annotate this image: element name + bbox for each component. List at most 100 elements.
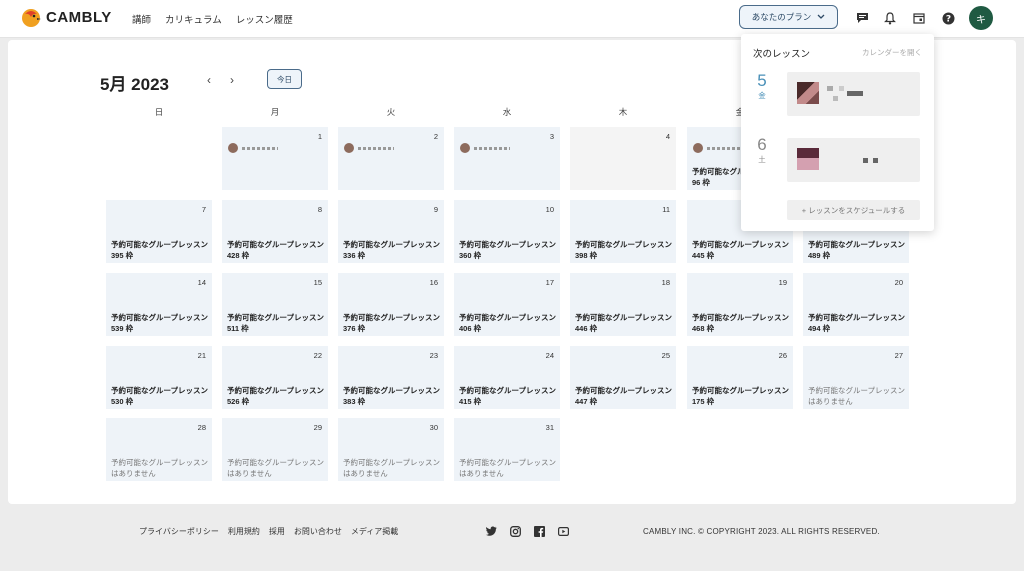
terms-link[interactable]: 利用規約 — [228, 526, 260, 537]
weekday-label: 日 — [154, 107, 164, 117]
calendar-day-cell[interactable]: 26 予約可能なグループレッスン 175 枠 — [687, 346, 793, 409]
calendar-day-cell[interactable]: 18 予約可能なグループレッスン 446 枠 — [570, 273, 676, 336]
day-number: 17 — [545, 278, 554, 287]
calendar-day-cell[interactable]: 4 — [570, 127, 676, 190]
lesson-card[interactable] — [787, 138, 920, 182]
calendar-day-cell[interactable]: 22 予約可能なグループレッスン 526 枠 — [222, 346, 328, 409]
day-number: 27 — [894, 351, 903, 360]
tutor-avatar — [693, 143, 703, 153]
group-lesson-label: 予約可能なグループレッスン — [227, 458, 325, 467]
user-avatar[interactable]: キ — [969, 6, 993, 30]
available-slots-count: 530 枠 — [111, 397, 134, 406]
youtube-icon[interactable] — [557, 525, 569, 537]
available-slots-count: はありません — [111, 469, 156, 478]
group-lesson-label: 予約可能なグループレッスン — [692, 240, 790, 249]
booked-lesson-tutor[interactable] — [344, 143, 394, 153]
calendar-day-cell[interactable]: 30 予約可能なグループレッスン はありません — [338, 418, 444, 481]
blurred-tutor-name — [474, 146, 510, 150]
press-link[interactable]: メディア掲載 — [351, 526, 398, 537]
day-number: 7 — [201, 205, 206, 214]
group-lesson-label: 予約可能なグループレッスン — [692, 386, 790, 395]
calendar-day-cell[interactable]: 15 予約可能なグループレッスン 511 枠 — [222, 273, 328, 336]
calendar-day-cell[interactable]: 3 — [454, 127, 560, 190]
day-number: 2 — [433, 132, 438, 141]
calendar-day-cell[interactable]: 14 予約可能なグループレッスン 539 枠 — [106, 273, 212, 336]
calendar-day-cell[interactable]: 23 予約可能なグループレッスン 383 枠 — [338, 346, 444, 409]
day-number: 21 — [197, 351, 206, 360]
bell-icon[interactable] — [882, 10, 898, 26]
nav-lesson-history[interactable]: レッスン履歴 — [236, 12, 293, 26]
calendar-day-cell[interactable]: 7 予約可能なグループレッスン 395 枠 — [106, 200, 212, 263]
prev-month-icon[interactable]: ‹ — [207, 73, 211, 87]
instagram-icon[interactable] — [509, 525, 521, 537]
calendar-day-cell[interactable]: 24 予約可能なグループレッスン 415 枠 — [454, 346, 560, 409]
lesson-weekday: 金 — [758, 91, 766, 100]
careers-link[interactable]: 採用 — [269, 526, 285, 537]
cambly-logo[interactable]: CAMBLY — [20, 6, 112, 28]
calendar-day-cell[interactable]: 9 予約可能なグループレッスン 336 枠 — [338, 200, 444, 263]
day-number: 23 — [429, 351, 438, 360]
calendar-day-cell[interactable]: 16 予約可能なグループレッスン 376 枠 — [338, 273, 444, 336]
booked-lesson-tutor[interactable] — [228, 143, 278, 153]
group-lesson-label: 予約可能なグループレッスン — [692, 313, 790, 322]
group-lesson-label: 予約可能なグループレッスン — [227, 240, 325, 249]
calendar-day-cell[interactable]: 31 予約可能なグループレッスン はありません — [454, 418, 560, 481]
calendar-day-cell[interactable]: 19 予約可能なグループレッスン 468 枠 — [687, 273, 793, 336]
group-lesson-label: 予約可能なグループレッスン — [459, 458, 557, 467]
calendar-day-cell[interactable]: 17 予約可能なグループレッスン 406 枠 — [454, 273, 560, 336]
your-plan-button[interactable]: あなたのプラン — [739, 5, 838, 29]
plan-label: あなたのプラン — [751, 12, 812, 22]
day-number: 19 — [778, 278, 787, 287]
calendar-day-cell[interactable]: 1 — [222, 127, 328, 190]
calendar-day-cell[interactable]: 29 予約可能なグループレッスン はありません — [222, 418, 328, 481]
calendar-day-cell[interactable]: 21 予約可能なグループレッスン 530 枠 — [106, 346, 212, 409]
blurred-tutor-name — [242, 146, 278, 150]
calendar-day-cell[interactable]: 10 予約可能なグループレッスン 360 枠 — [454, 200, 560, 263]
day-number: 24 — [545, 351, 554, 360]
open-calendar-link[interactable]: カレンダーを開く — [862, 47, 922, 58]
logo-text: CAMBLY — [46, 8, 112, 26]
next-month-icon[interactable]: › — [230, 73, 234, 87]
schedule-lesson-button[interactable]: + レッスンをスケジュールする — [787, 200, 920, 220]
day-number: 30 — [429, 423, 438, 432]
help-icon[interactable]: ? — [940, 10, 956, 26]
day-number: 29 — [313, 423, 322, 432]
calendar-icon[interactable] — [911, 10, 927, 26]
blurred-tutor-name — [358, 146, 394, 150]
calendar-day-cell[interactable]: 11 予約可能なグループレッスン 398 枠 — [570, 200, 676, 263]
day-number: 26 — [778, 351, 787, 360]
calendar-day-cell[interactable]: 2 — [338, 127, 444, 190]
calendar-day-cell[interactable]: 28 予約可能なグループレッスン はありません — [106, 418, 212, 481]
twitter-icon[interactable] — [485, 525, 497, 537]
available-slots-count: 360 枠 — [459, 251, 482, 260]
available-slots-count: 468 枠 — [692, 324, 715, 333]
calendar-day-cell[interactable]: 27 予約可能なグループレッスン はありません — [803, 346, 909, 409]
tutor-avatar — [460, 143, 470, 153]
calendar-day-cell[interactable]: 25 予約可能なグループレッスン 447 枠 — [570, 346, 676, 409]
group-lesson-label: 予約可能なグループレッスン — [575, 386, 673, 395]
chat-icon[interactable] — [854, 10, 870, 26]
privacy-policy-link[interactable]: プライバシーポリシー — [139, 526, 219, 537]
group-lesson-label: 予約可能なグループレッスン — [575, 240, 673, 249]
footer-links: プライバシーポリシー 利用規約 採用 お問い合わせ メディア掲載 — [139, 526, 398, 537]
today-button[interactable]: 今日 — [267, 69, 302, 89]
nav-curriculum[interactable]: カリキュラム — [165, 12, 222, 26]
lesson-card[interactable] — [787, 72, 920, 116]
contact-link[interactable]: お問い合わせ — [294, 526, 342, 537]
calendar-day-cell[interactable]: 20 予約可能なグループレッスン 494 枠 — [803, 273, 909, 336]
booked-lesson-tutor[interactable] — [693, 143, 743, 153]
tutor-photo — [797, 82, 819, 104]
available-slots-count: 428 枠 — [227, 251, 250, 260]
available-slots-count: 526 枠 — [227, 397, 250, 406]
booked-lesson-tutor[interactable] — [460, 143, 510, 153]
nav-tutors[interactable]: 講師 — [132, 12, 151, 26]
group-lesson-label: 予約可能なグループレッスン — [808, 240, 906, 249]
facebook-icon[interactable] — [533, 525, 545, 537]
calendar-day-cell[interactable]: 8 予約可能なグループレッスン 428 枠 — [222, 200, 328, 263]
available-slots-count: はありません — [459, 469, 504, 478]
weekday-label: 月 — [270, 107, 280, 117]
weekday-label: 水 — [502, 107, 512, 117]
svg-text:?: ? — [945, 14, 950, 24]
blurred-text — [873, 158, 878, 163]
day-number: 22 — [313, 351, 322, 360]
